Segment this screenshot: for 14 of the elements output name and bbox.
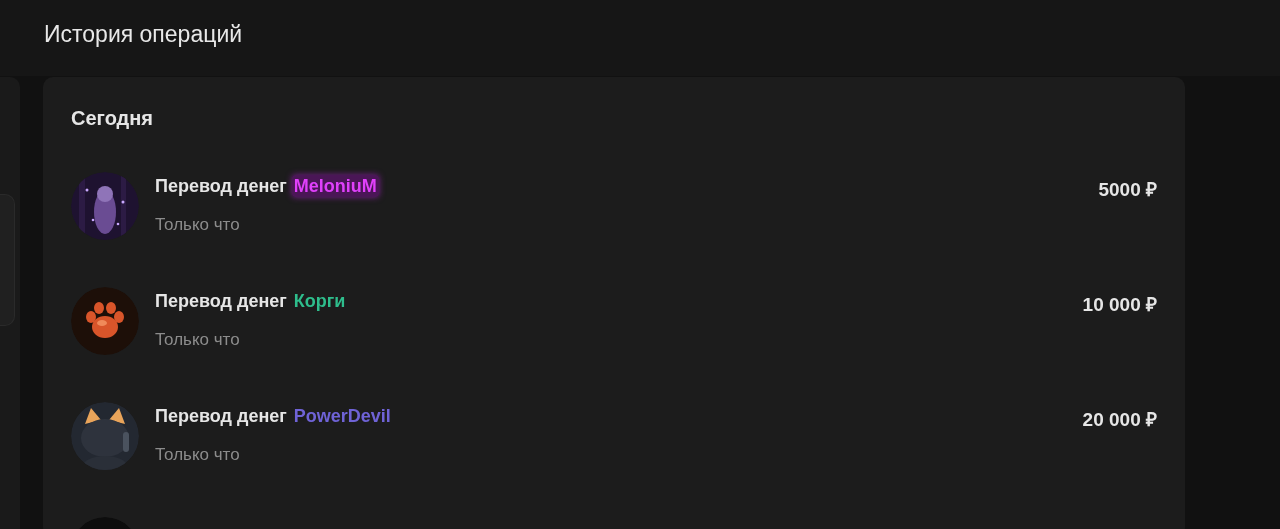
recipient-name: PowerDevil <box>292 406 392 426</box>
recipient-name: MeloniuM <box>292 176 378 196</box>
amount: 10 000 ₽ <box>1082 293 1157 317</box>
recipient-name: Корги <box>292 291 347 311</box>
page-title: История операций <box>44 20 243 48</box>
operation-time: Только что <box>155 445 241 465</box>
operation-title: Перевод денег <box>155 406 287 426</box>
operation-time: Только что <box>155 330 241 350</box>
amount: 5000 ₽ <box>1098 178 1157 202</box>
amount: 20 000 ₽ <box>1082 408 1157 432</box>
section-title: Сегодня <box>71 107 155 130</box>
operation-time: Только что <box>155 215 241 235</box>
operation-title: Перевод денег <box>155 176 287 196</box>
operation-title: Перевод денег <box>155 291 287 311</box>
